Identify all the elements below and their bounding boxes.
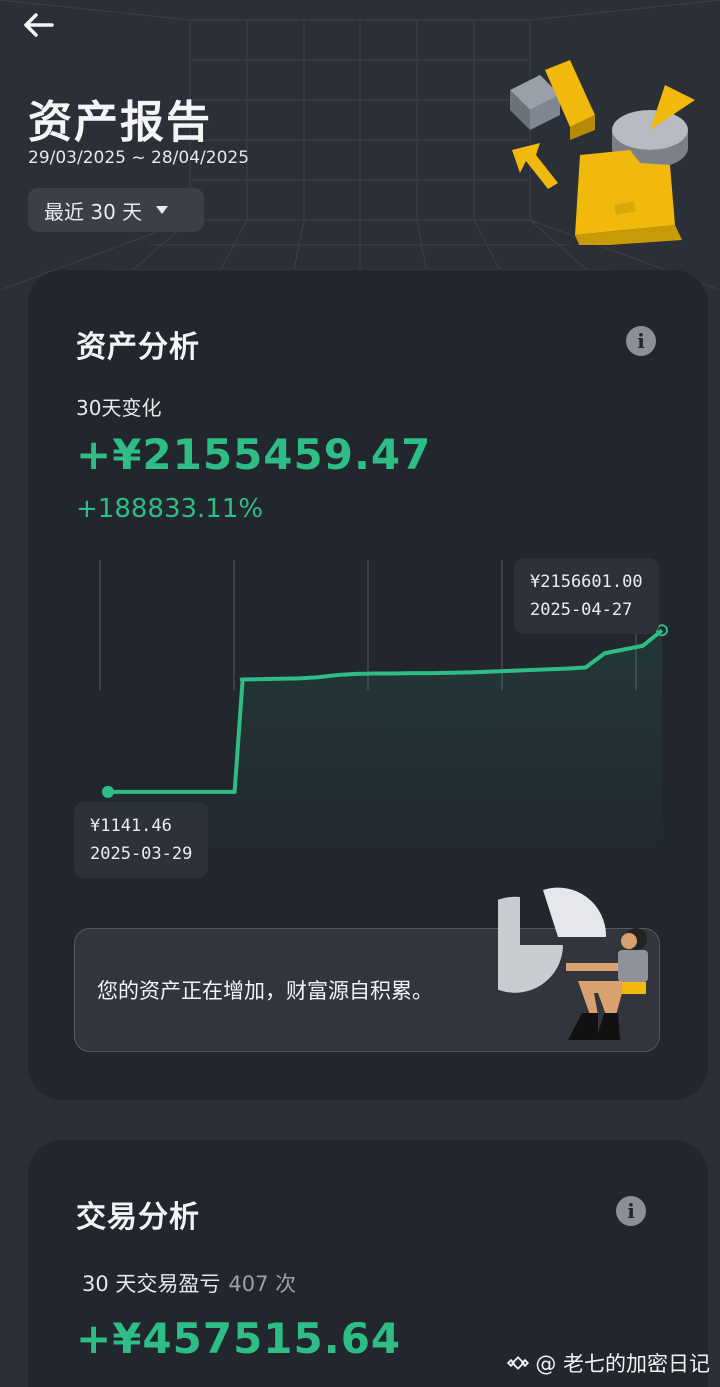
trade-pnl-value: +¥457515.64 — [76, 1314, 402, 1363]
asset-message-text: 您的资产正在增加，财富源自积累。 — [97, 979, 433, 1003]
trade-card-title: 交易分析 — [76, 1200, 200, 1235]
asset-card-title: 资产分析 — [76, 330, 200, 365]
start-point-tooltip: ¥1141.46 2025-03-29 — [74, 802, 209, 878]
trade-pnl-label: 30 天交易盈亏 407 次 — [82, 1268, 296, 1298]
chart-data-point[interactable] — [102, 785, 114, 798]
back-button[interactable] — [18, 8, 58, 42]
report-illustration — [510, 60, 695, 245]
trade-count: 407 次 — [228, 1272, 297, 1296]
start-tooltip-value: ¥1141.46 — [90, 816, 172, 836]
date-range: 29/03/2025 ~ 28/04/2025 — [28, 148, 250, 168]
range-select-label: 最近 30 天 — [44, 199, 143, 224]
change-label: 30天变化 — [76, 396, 162, 420]
change-value: +¥2155459.47 — [76, 430, 432, 479]
watermark-text: @ 老七的加密日记 — [535, 1352, 710, 1376]
watermark: @ 老七的加密日记 — [507, 1348, 710, 1378]
back-arrow-icon — [24, 13, 54, 37]
person-pie-illustration — [498, 887, 648, 1040]
start-tooltip-date: 2025-03-29 — [90, 844, 193, 864]
end-tooltip-date: 2025-04-27 — [530, 600, 633, 620]
change-percent: +188833.11% — [76, 494, 264, 524]
info-icon[interactable]: i — [626, 326, 656, 356]
caret-down-icon — [156, 206, 169, 214]
binance-logo-icon — [507, 1356, 530, 1370]
info-icon[interactable]: i — [616, 1196, 646, 1226]
page-title: 资产报告 — [28, 97, 212, 148]
end-tooltip-value: ¥2156601.00 — [530, 572, 643, 592]
range-select-dropdown[interactable]: 最近 30 天 — [28, 188, 204, 232]
trade-pnl-label-text: 30 天交易盈亏 — [82, 1272, 221, 1296]
end-point-tooltip: ¥2156601.00 2025-04-27 — [514, 558, 659, 634]
asset-analysis-card: 资产分析 i 30天变化 +¥2155459.47 +188833.11% ¥2… — [28, 270, 708, 1100]
